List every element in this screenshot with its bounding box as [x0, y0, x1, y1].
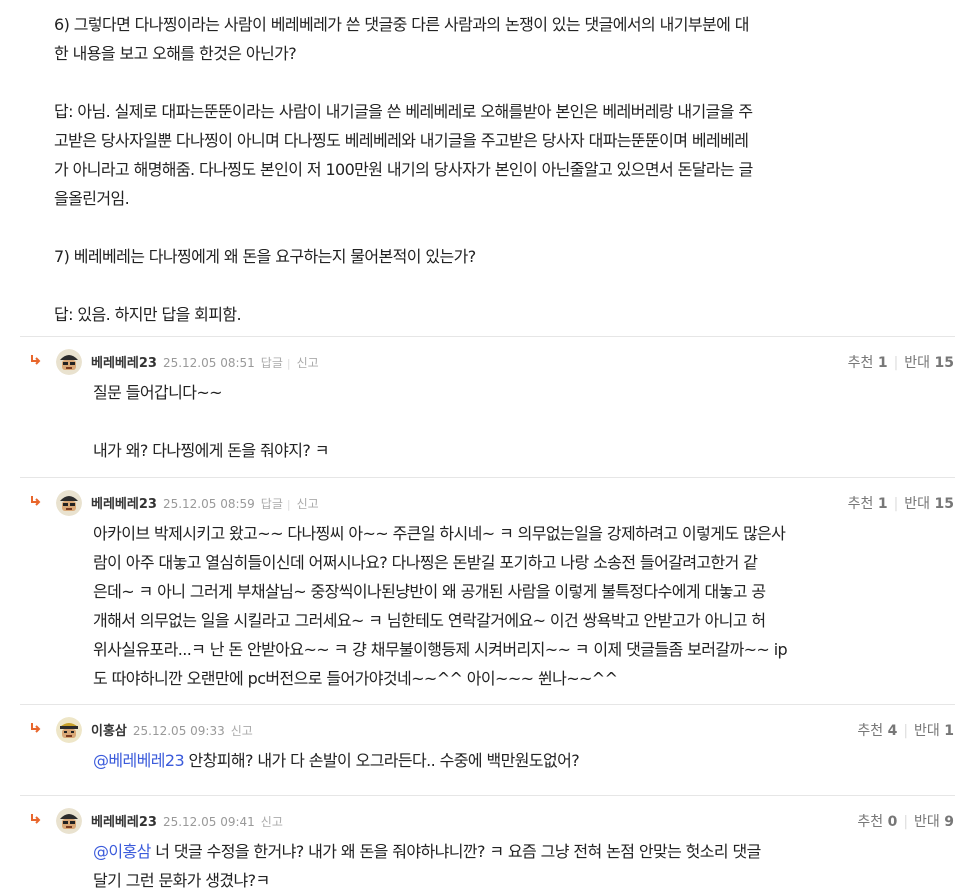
- nickname[interactable]: 베레베레23: [91, 497, 157, 512]
- comment-meta: 베레베레23 25.12.05 09:41 신고: [91, 811, 283, 830]
- mention-link[interactable]: @이홍삼: [93, 842, 151, 861]
- post-line: 7) 베레베레는 다나찡에게 왜 돈을 요구하는지 물어본적이 있는가?: [54, 247, 476, 266]
- oppose-button[interactable]: 반대 1: [914, 723, 954, 739]
- post-line: 을올린거임.: [54, 189, 130, 208]
- reply-arrow-icon: [31, 355, 41, 365]
- comment-meta: 이홍삼 25.12.05 09:33 신고: [91, 720, 253, 739]
- separator: |: [903, 723, 909, 739]
- comment-meta: 베레베레23 25.12.05 08:51 답글 | 신고: [91, 352, 319, 371]
- vote-box: 추천 0 | 반대 9: [857, 811, 954, 831]
- comment-line: 개해서 의무없는 일을 시킬라고 그러세요~ ㅋ 님한테도 연락갈거에요~ 이건…: [93, 611, 766, 630]
- reply-arrow-icon: [31, 814, 41, 824]
- vote-box: 추천 1 | 반대 15: [848, 352, 954, 372]
- reply-link[interactable]: 답글: [261, 497, 283, 511]
- oppose-count: 15: [934, 496, 954, 512]
- report-link[interactable]: 신고: [297, 497, 319, 511]
- recommend-button[interactable]: 추천 0: [857, 814, 897, 830]
- comment-line: 도 따야하니깐 오랜만에 pc버전으로 들어가야것네~~^^ 아이~~~ 쒼나~…: [93, 669, 618, 688]
- comment-line: 람이 아주 대놓고 열심히들이신데 어쩌시나요? 다나찡은 돈받길 포기하고 나…: [93, 553, 758, 572]
- divider: [20, 704, 955, 705]
- divider: [20, 795, 955, 796]
- nickname[interactable]: 이홍삼: [91, 724, 127, 739]
- recommend-count: 4: [887, 723, 898, 739]
- comment-body: 아카이브 박제시키고 왔고~~ 다나찡씨 아~~ 주큰일 하시네~ ㅋ 의무없는…: [93, 519, 933, 693]
- oppose-button[interactable]: 반대 9: [914, 814, 954, 830]
- post-line: 답: 있음. 하지만 답을 회피함.: [54, 305, 242, 324]
- nickname[interactable]: 베레베레23: [91, 815, 157, 830]
- comment-line: 위사실유포라...ㅋ 난 돈 안받아요~~ ㅋ 걍 채무불이행등제 시켜버리지~…: [93, 640, 788, 659]
- report-link[interactable]: 신고: [231, 724, 253, 738]
- oppose-count: 9: [944, 814, 954, 830]
- comment-body: @이홍삼 너 댓글 수정을 한거냐? 내가 왜 돈을 줘야하냐니깐? ㅋ 요즘 …: [93, 837, 933, 895]
- comment-line: 달기 그런 문화가 생겼냐?ㅋ: [93, 871, 270, 890]
- comment-line: @이홍삼 너 댓글 수정을 한거냐? 내가 왜 돈을 줘야하냐니깐? ㅋ 요즘 …: [93, 842, 761, 861]
- vote-box: 추천 1 | 반대 15: [848, 493, 954, 513]
- divider: [20, 336, 955, 337]
- separator: |: [893, 355, 899, 371]
- separator: |: [286, 357, 291, 370]
- divider: [20, 477, 955, 478]
- avatar[interactable]: [56, 490, 82, 516]
- oppose-button[interactable]: 반대 15: [904, 496, 954, 512]
- comment-date: 25.12.05 09:33: [132, 724, 225, 738]
- comment-date: 25.12.05 08:59: [162, 497, 255, 511]
- recommend-count: 0: [887, 814, 898, 830]
- separator: |: [286, 498, 291, 511]
- vote-box: 추천 4 | 반대 1: [857, 720, 954, 740]
- report-link[interactable]: 신고: [297, 356, 319, 370]
- report-link[interactable]: 신고: [261, 815, 283, 829]
- post-line: 6) 그렇다면 다나찡이라는 사람이 베레베레가 쓴 댓글중 다른 사람과의 논…: [54, 15, 749, 34]
- post-body: 6) 그렇다면 다나찡이라는 사람이 베레베레가 쓴 댓글중 다른 사람과의 논…: [54, 10, 934, 329]
- comment-body: @베레베레23 안창피해? 내가 다 손발이 오그라든다.. 수중에 백만원도없…: [93, 746, 933, 775]
- recommend-count: 1: [877, 355, 888, 371]
- comment-line: 은데~ ㅋ 아니 그러게 부채살님~ 중장씩이나된냥반이 왜 공개된 사람을 이…: [93, 582, 766, 601]
- comment-line: 아카이브 박제시키고 왔고~~ 다나찡씨 아~~ 주큰일 하시네~ ㅋ 의무없는…: [93, 524, 786, 543]
- nickname[interactable]: 베레베레23: [91, 356, 157, 371]
- avatar[interactable]: [56, 349, 82, 375]
- post-line: 한 내용을 보고 오해를 한것은 아닌가?: [54, 44, 297, 63]
- separator: |: [893, 496, 899, 512]
- recommend-button[interactable]: 추천 4: [857, 723, 897, 739]
- reply-link[interactable]: 답글: [261, 356, 283, 370]
- post-line: 가 아니라고 해명해줌. 다나찡도 본인이 저 100만원 내기의 당사자가 본…: [54, 160, 753, 179]
- post-line: 답: 아님. 실제로 대파는뚠뚠이라는 사람이 내기글을 쓴 베레베레로 오해를…: [54, 102, 753, 121]
- reply-arrow-icon: [31, 723, 41, 733]
- comment-date: 25.12.05 09:41: [162, 815, 255, 829]
- comment-line: 내가 왜? 다나찡에게 돈을 줘야지? ㅋ: [93, 441, 330, 460]
- oppose-button[interactable]: 반대 15: [904, 355, 954, 371]
- comment-line: @베레베레23 안창피해? 내가 다 손발이 오그라든다.. 수중에 백만원도없…: [93, 751, 580, 770]
- avatar[interactable]: [56, 808, 82, 834]
- comment-date: 25.12.05 08:51: [162, 356, 255, 370]
- comment-line: 질문 들어갑니다~~: [93, 383, 223, 402]
- reply-arrow-icon: [31, 496, 41, 506]
- comment-meta: 베레베레23 25.12.05 08:59 답글 | 신고: [91, 493, 319, 512]
- separator: |: [903, 814, 909, 830]
- recommend-count: 1: [877, 496, 888, 512]
- recommend-button[interactable]: 추천 1: [848, 355, 888, 371]
- oppose-count: 1: [944, 723, 954, 739]
- mention-link[interactable]: @베레베레23: [93, 751, 185, 770]
- oppose-count: 15: [934, 355, 954, 371]
- avatar[interactable]: [56, 717, 82, 743]
- recommend-button[interactable]: 추천 1: [848, 496, 888, 512]
- comment-body: 질문 들어갑니다~~ 내가 왜? 다나찡에게 돈을 줘야지? ㅋ: [93, 378, 933, 465]
- post-line: 고받은 당사자일뿐 다나찡이 아니며 다나찡도 베레베레와 내기글을 주고받은 …: [54, 131, 749, 150]
